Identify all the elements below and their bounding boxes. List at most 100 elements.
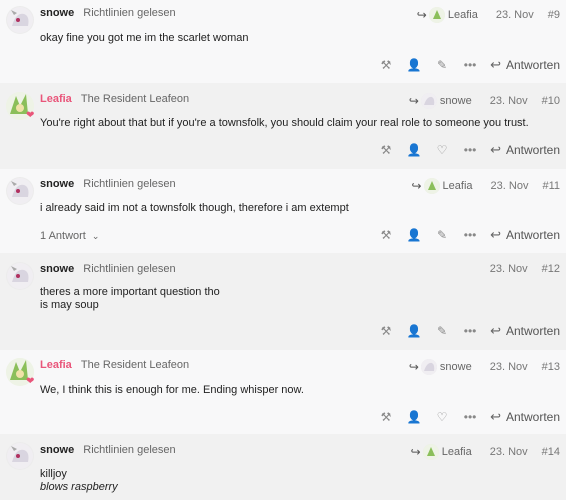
post-text: We, I think this is enough for me. Endin…	[40, 384, 304, 396]
avatar-leafia[interactable]: ❤	[6, 358, 35, 387]
reply-button[interactable]: ↩ Antworten	[490, 409, 560, 425]
hammer-icon[interactable]: ⚒	[372, 228, 400, 242]
post-date[interactable]: 23. Nov	[490, 263, 528, 275]
avatar-snowe[interactable]	[6, 6, 34, 34]
post-9: snowe Richtlinien gelesen ↪ Leafia 23. N…	[0, 0, 566, 83]
post-14: snowe Richtlinien gelesen ↪ Leafia 23. N…	[0, 434, 566, 500]
hammer-icon[interactable]: ⚒	[372, 324, 400, 338]
reply-arrow-icon: ↩	[490, 323, 501, 338]
post-date[interactable]: 23. Nov	[496, 9, 534, 21]
reply-to-name: snowe	[439, 95, 472, 107]
post-date[interactable]: 23. Nov	[491, 180, 529, 192]
reply-button[interactable]: ↩ Antworten	[490, 227, 560, 243]
post-number: #11	[542, 180, 560, 192]
reply-arrow-icon: ↪	[410, 445, 421, 459]
user-title: Richtlinien gelesen	[83, 444, 176, 456]
avatar-snowe[interactable]	[6, 442, 34, 470]
reply-to-name: snowe	[439, 361, 472, 373]
reply-arrow-icon: ↩	[490, 142, 501, 157]
hammer-icon[interactable]: ⚒	[372, 410, 400, 424]
post-11: snowe Richtlinien gelesen ↪ Leafia 23. N…	[0, 169, 566, 253]
user-title: The Resident Leafeon	[80, 359, 190, 371]
reply-arrow-icon: ↪	[408, 360, 419, 374]
post-text: You're right about that but if you're a …	[40, 117, 529, 129]
reply-arrow-icon: ↩	[490, 227, 501, 242]
heart-badge-icon: ❤	[26, 110, 35, 121]
post-number: #13	[541, 361, 560, 373]
username[interactable]: snowe	[40, 444, 74, 456]
post-number: #10	[541, 95, 560, 107]
user-icon[interactable]: 👤	[400, 228, 428, 242]
username[interactable]: snowe	[40, 263, 74, 275]
heart-badge-icon: ❤	[26, 376, 35, 387]
reply-arrow-icon: ↪	[411, 179, 422, 193]
post-text-italic: blows raspberry	[40, 481, 118, 493]
avatar-leafia-mini	[423, 178, 440, 194]
post-13: ❤ Leafia The Resident Leafeon ↪ snowe 23…	[0, 350, 566, 434]
hammer-icon[interactable]: ⚒	[372, 58, 400, 72]
reply-arrow-icon: ↩	[490, 409, 501, 424]
user-icon[interactable]: 👤	[400, 410, 428, 424]
post-number: #14	[541, 446, 560, 458]
user-icon[interactable]: 👤	[400, 58, 428, 72]
avatar-snowe-mini	[420, 93, 437, 109]
username[interactable]: snowe	[40, 178, 74, 190]
avatar-leafia[interactable]: ❤	[6, 92, 35, 121]
post-text-line: theres a more important question tho	[40, 286, 220, 298]
reply-button[interactable]: ↩ Antworten	[490, 57, 560, 73]
heart-icon[interactable]: ♡	[428, 143, 456, 157]
avatar-snowe[interactable]	[6, 262, 34, 290]
hammer-icon[interactable]: ⚒	[372, 143, 400, 157]
reply-to-link[interactable]: ↪ Leafia	[417, 7, 478, 23]
ellipsis-icon[interactable]: •••	[456, 143, 484, 157]
username[interactable]: Leafia	[40, 93, 72, 105]
post-text-line: blows raspberry	[40, 481, 560, 494]
post-number: #12	[541, 263, 560, 275]
post-10: ❤ Leafia The Resident Leafeon ↪ snowe 23…	[0, 83, 566, 169]
user-title: Richtlinien gelesen	[83, 178, 176, 190]
username[interactable]: Leafia	[40, 359, 72, 371]
reply-to-link[interactable]: ↪ Leafia	[411, 178, 473, 194]
post-text: i already said im not a townsfolk though…	[40, 202, 349, 214]
reply-to-name: Leafia	[441, 446, 472, 458]
ellipsis-icon[interactable]: •••	[456, 58, 484, 72]
heart-icon[interactable]: ♡	[428, 410, 456, 424]
reply-arrow-icon: ↪	[408, 94, 419, 108]
ellipsis-icon[interactable]: •••	[456, 228, 484, 242]
reply-button[interactable]: ↩ Antworten	[490, 142, 560, 158]
avatar-leafia-mini	[428, 7, 445, 23]
replies-toggle[interactable]: 1 Antwort ⌄	[40, 230, 99, 242]
post-number: #9	[547, 9, 560, 21]
reply-button[interactable]: ↩ Antworten	[490, 323, 560, 339]
topic-thread: snowe Richtlinien gelesen ↪ Leafia 23. N…	[0, 0, 566, 500]
post-12: snowe Richtlinien gelesen 23. Nov #12 th…	[0, 253, 566, 350]
pencil-icon[interactable]: ✎	[428, 324, 456, 338]
reply-to-link[interactable]: ↪ Leafia	[411, 444, 472, 460]
chevron-down-icon: ⌄	[91, 231, 100, 241]
reply-to-link[interactable]: ↪ snowe	[409, 93, 472, 109]
reply-to-link[interactable]: ↪ snowe	[409, 359, 472, 375]
reply-arrow-icon: ↪	[416, 8, 427, 22]
avatar-leafia-mini	[422, 444, 439, 460]
user-icon[interactable]: 👤	[400, 324, 428, 338]
avatar-snowe[interactable]	[6, 177, 34, 205]
user-icon[interactable]: 👤	[400, 143, 428, 157]
pencil-icon[interactable]: ✎	[428, 228, 456, 242]
user-title: Richtlinien gelesen	[83, 7, 176, 19]
ellipsis-icon[interactable]: •••	[456, 324, 484, 338]
post-date[interactable]: 23. Nov	[490, 95, 528, 107]
post-date[interactable]: 23. Nov	[490, 446, 528, 458]
reply-to-name: Leafia	[447, 9, 478, 21]
post-date[interactable]: 23. Nov	[490, 361, 528, 373]
pencil-icon[interactable]: ✎	[428, 58, 456, 72]
post-text: okay fine you got me im the scarlet woma…	[40, 32, 249, 44]
reply-to-name: Leafia	[442, 180, 473, 192]
user-title: Richtlinien gelesen	[83, 263, 176, 275]
post-text-line: killjoy	[40, 468, 67, 480]
post-text-line: is may soup	[40, 299, 99, 311]
username[interactable]: snowe	[40, 7, 74, 19]
ellipsis-icon[interactable]: •••	[456, 410, 484, 424]
user-title: The Resident Leafeon	[80, 93, 190, 105]
reply-arrow-icon: ↩	[490, 57, 501, 72]
avatar-snowe-mini	[420, 359, 437, 375]
